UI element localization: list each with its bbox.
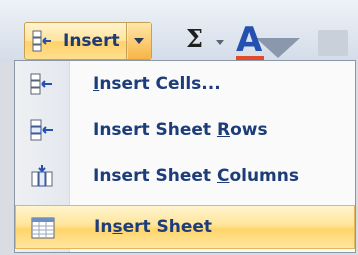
chevron-down-icon: [134, 38, 144, 44]
insert-columns-icon: [31, 165, 53, 187]
menu-item-insert-sheet-rows[interactable]: Insert Sheet Rows: [15, 109, 355, 153]
sort-filter-icon: A: [236, 20, 263, 60]
menu-item-label: Insert Sheet: [94, 217, 213, 237]
menu-item-label: Insert Cells...: [93, 74, 221, 94]
insert-rows-icon: [30, 119, 53, 141]
menu-item-insert-cells[interactable]: Insert Cells...: [15, 63, 355, 107]
ribbon-partial-button[interactable]: [318, 30, 348, 56]
ribbon-cells-group: Insert Σ A: [0, 0, 358, 62]
insert-button-label: Insert: [63, 31, 120, 51]
insert-split-button[interactable]: Insert: [24, 22, 152, 60]
sort-filter-button[interactable]: A: [230, 20, 300, 62]
menu-item-insert-sheet-columns[interactable]: Insert Sheet Columns: [15, 155, 355, 199]
insert-button[interactable]: Insert: [25, 23, 127, 59]
menu-item-label: Insert Sheet Columns: [93, 166, 299, 186]
insert-cells-icon: [30, 73, 52, 95]
insert-dropdown-arrow[interactable]: [128, 23, 151, 59]
autosum-button[interactable]: Σ: [186, 24, 203, 53]
menu-item-insert-sheet[interactable]: Insert Sheet: [15, 205, 355, 249]
menu-item-label: Insert Sheet Rows: [93, 120, 268, 140]
insert-dropdown-menu: Insert Cells... Insert Sheet Rows Insert…: [14, 60, 356, 253]
insert-cells-icon: [32, 30, 51, 52]
insert-sheet-icon: [31, 217, 55, 239]
autosum-dropdown-icon[interactable]: [216, 40, 224, 45]
filter-funnel-icon: [256, 38, 300, 58]
